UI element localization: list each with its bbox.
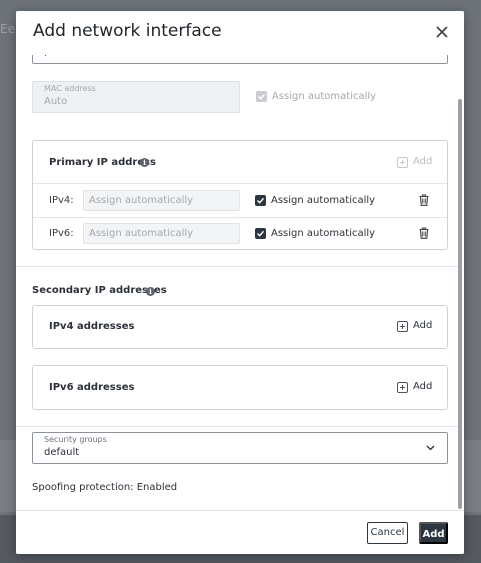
mac-address-field: MAC address Auto [32, 81, 240, 113]
chevron-down-icon [426, 445, 435, 451]
close-button[interactable] [433, 23, 451, 41]
ipv6-addresses-add-label: Add [413, 381, 433, 392]
checkmark-icon [258, 93, 266, 100]
mac-address-value: Auto [44, 96, 68, 107]
public-networks-field[interactable]: public: 45.128.158.0/24, 109.28.203.0/24… [32, 55, 448, 64]
row-divider [33, 183, 447, 184]
modal-footer: Cancel Add [16, 510, 464, 554]
section-divider [16, 266, 458, 267]
spoofing-protection-status: Spoofing protection: Enabled [32, 482, 178, 493]
primary-ip-add-button[interactable]: Add [397, 156, 433, 170]
security-groups-label: Security groups [44, 435, 107, 444]
cancel-button[interactable]: Cancel [367, 522, 408, 544]
scrollbar[interactable] [458, 99, 462, 509]
security-groups-value: default [44, 447, 80, 458]
security-groups-select[interactable]: Security groups default [32, 432, 448, 464]
info-icon: i [146, 287, 155, 296]
checkmark-icon [257, 197, 265, 204]
ipv4-addresses-add-label: Add [413, 320, 433, 331]
primary-ip-add-label: Add [413, 156, 433, 167]
ipv4-label: IPv4: [49, 195, 74, 206]
plus-square-icon [397, 157, 408, 168]
close-icon [436, 26, 448, 38]
ipv4-assign-checkbox[interactable] [255, 195, 266, 206]
ipv4-addresses-card: IPv4 addresses Add [32, 305, 448, 349]
ipv6-addresses-card: IPv6 addresses Add [32, 365, 448, 410]
ipv6-addresses-title: IPv6 addresses [49, 382, 135, 393]
row-divider [33, 217, 447, 218]
trash-icon[interactable] [419, 227, 429, 239]
mac-address-label: MAC address [44, 84, 96, 93]
ipv4-addresses-add-button[interactable]: Add [397, 320, 433, 334]
plus-square-icon [397, 321, 408, 332]
ipv6-addresses-add-button[interactable]: Add [397, 381, 433, 395]
ipv6-input[interactable]: Assign automatically [83, 223, 240, 244]
ipv6-assign-label: Assign automatically [271, 228, 376, 239]
modal-header: Add network interface [16, 11, 464, 55]
modal-body[interactable]: public: 45.128.158.0/24, 109.28.203.0/24… [16, 55, 464, 510]
trash-icon[interactable] [419, 194, 429, 206]
section-divider [16, 426, 458, 427]
mac-assign-label: Assign automatically [272, 91, 377, 102]
ipv4-assign-label: Assign automatically [271, 195, 376, 206]
ipv4-addresses-title: IPv4 addresses [49, 321, 135, 332]
modal-title: Add network interface [33, 21, 222, 41]
add-button[interactable]: Add [419, 522, 448, 544]
add-network-interface-modal: Add network interface public: 45.128.158… [16, 11, 464, 554]
info-icon: i [140, 158, 149, 167]
ipv6-label: IPv6: [49, 228, 74, 239]
ipv4-input[interactable]: Assign automatically [83, 190, 240, 211]
background-text: Ee [0, 22, 15, 36]
ipv6-assign-checkbox[interactable] [255, 228, 266, 239]
modal-body-content: public: 45.128.158.0/24, 109.28.203.0/24… [16, 55, 464, 510]
primary-ip-card: Primary IP address i Add IPv4: Assign au… [32, 140, 448, 250]
mac-assign-checkbox [256, 91, 267, 102]
plus-square-icon [397, 382, 408, 393]
checkmark-icon [257, 230, 265, 237]
